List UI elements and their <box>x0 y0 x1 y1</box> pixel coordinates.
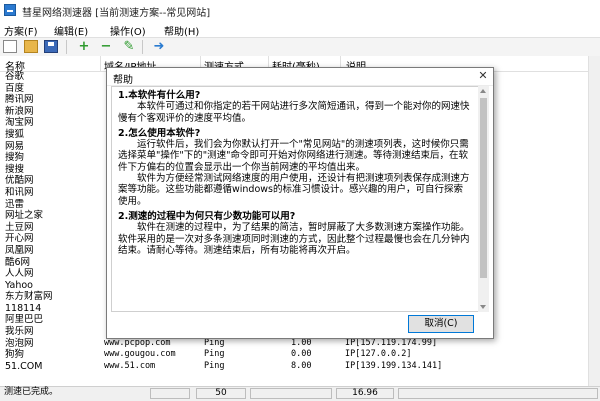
row-name: 迅雷 <box>5 198 25 210</box>
row-time: 1.00 <box>291 337 312 348</box>
status-text: 测速已完成。 <box>4 387 59 397</box>
row-desc: IP[127.0.0.2] <box>345 349 412 360</box>
row-name: 酷6网 <box>5 256 31 268</box>
toolbar: + − ✎ ➜ <box>0 37 600 57</box>
row-name: 谷歌 <box>5 71 25 82</box>
row-name: 腾讯网 <box>5 94 34 106</box>
scroll-down-icon[interactable] <box>480 305 486 309</box>
toolbar-separator <box>142 40 143 54</box>
row-name: 118114 <box>5 302 42 314</box>
table-row[interactable]: 狗狗 www.gougou.com Ping 0.00 IP[127.0.0.2] <box>0 349 600 361</box>
row-domain: www.51.com <box>104 360 156 371</box>
row-name: 我乐网 <box>5 326 34 338</box>
help-section-heading: 1.本软件有什么用? <box>118 90 201 101</box>
cancel-button[interactable]: 取消(C) <box>408 315 474 333</box>
row-desc: IP[157.119.174.99] <box>345 337 438 348</box>
row-name: 搜搜 <box>5 163 25 175</box>
row-name: 新浪网 <box>5 105 34 117</box>
row-method: Ping <box>204 349 225 360</box>
row-name: 淘宝网 <box>5 117 34 129</box>
row-desc: IP[139.199.134.141] <box>345 360 443 371</box>
menu-operation[interactable]: 操作(O) <box>110 23 146 38</box>
help-dialog: 帮助 ✕ 1.本软件有什么用? 本软件可通过和你指定的若干网站进行多次简短通讯，得… <box>106 67 494 339</box>
row-name: 土豆网 <box>5 221 34 233</box>
row-name: 百度 <box>5 82 25 94</box>
table-row[interactable]: 泡泡网 www.pcpop.com Ping 1.00 IP[157.119.174.9… <box>0 338 600 350</box>
scroll-up-icon[interactable] <box>480 89 486 93</box>
edit-icon[interactable]: ✎ <box>122 40 136 53</box>
row-name: Yahoo <box>5 279 33 291</box>
row-name: 阿里巴巴 <box>5 314 44 326</box>
table-row[interactable]: 51.COM www.51.com Ping 8.00 IP[139.199.134.1… <box>0 361 600 373</box>
remove-icon[interactable]: − <box>99 40 113 53</box>
add-icon[interactable]: + <box>77 40 91 53</box>
row-name: 泡泡网 <box>5 337 34 349</box>
row-name: 狗狗 <box>5 349 25 361</box>
row-name: 开心网 <box>5 233 34 245</box>
row-name: 优酷网 <box>5 175 34 187</box>
row-name: 东方财富网 <box>5 291 53 303</box>
menu-scheme[interactable]: 方案(F) <box>4 23 38 38</box>
new-file-icon[interactable] <box>3 40 17 53</box>
row-method: Ping <box>204 337 225 348</box>
window-title: 彗星网络测速器 [当前测速方案--常见网站] <box>22 8 211 19</box>
dialog-scrollbar[interactable] <box>478 86 489 312</box>
help-paragraph: 本软件可通过和你指定的若干网站进行多次简短通讯，得到一个能对你的网速快慢有个客观… <box>118 101 470 124</box>
status-panel <box>250 388 332 399</box>
close-icon[interactable]: ✕ <box>477 70 489 82</box>
run-icon[interactable]: ➜ <box>152 40 166 53</box>
status-bar: 测速已完成。 50 16.96 <box>0 386 600 401</box>
row-name: 和讯网 <box>5 186 34 198</box>
help-text-area[interactable]: 1.本软件有什么用? 本软件可通过和你指定的若干网站进行多次简短通讯，得到一个能对… <box>111 86 479 312</box>
row-name: 人人网 <box>5 268 34 280</box>
status-count: 50 <box>196 388 246 399</box>
row-time: 0.00 <box>291 349 312 360</box>
save-icon[interactable] <box>44 40 58 53</box>
help-paragraph: 软件为方便经常测试网络速度的用户使用，还设计有把测速项列表保存成测速方案等功能。… <box>118 173 470 207</box>
status-panel <box>398 388 598 399</box>
help-paragraph: 软件在测速的过程中，为了结果的简洁，暂时屏蔽了大多数测速方案操作功能。软件采用的… <box>118 222 470 256</box>
open-folder-icon[interactable] <box>24 40 38 53</box>
menu-bar: 方案(F) 编辑(E) 操作(O) 帮助(H) <box>0 20 600 38</box>
help-paragraph: 运行软件后，我们会为你默认打开一个"常见网站"的测速项列表，这时候你只需选择菜单… <box>118 139 469 173</box>
status-average: 16.96 <box>336 388 394 399</box>
help-section-heading: 2.测速的过程中为何只有少数功能可以用? <box>118 210 296 222</box>
title-bar: 彗星网络测速器 [当前测速方案--常见网站] <box>0 0 600 21</box>
menu-edit[interactable]: 编辑(E) <box>54 23 88 38</box>
row-domain: www.gougou.com <box>104 349 176 360</box>
dialog-title: 帮助 <box>113 75 133 86</box>
row-name: 网址之家 <box>5 210 44 222</box>
menu-help[interactable]: 帮助(H) <box>164 23 199 38</box>
list-scrollbar[interactable] <box>588 56 600 386</box>
row-method: Ping <box>204 360 225 371</box>
help-section-heading: 2.怎么使用本软件? <box>118 127 201 139</box>
row-name: 网易 <box>5 140 25 152</box>
app-icon <box>4 4 16 16</box>
row-time: 8.00 <box>291 360 312 371</box>
row-domain: www.pcpop.com <box>104 337 171 348</box>
row-name: 搜狗 <box>5 152 25 164</box>
row-name: 搜狐 <box>5 128 25 140</box>
status-panel <box>150 388 190 399</box>
help-text: 1.本软件有什么用? 本软件可通过和你指定的若干网站进行多次简短通讯，得到一个能对… <box>118 90 470 256</box>
row-name: 凤凰网 <box>5 244 34 256</box>
toolbar-separator <box>66 40 67 54</box>
scroll-thumb[interactable] <box>480 98 487 278</box>
dialog-title-bar: 帮助 ✕ <box>107 68 493 86</box>
row-name: 51.COM <box>5 360 43 372</box>
